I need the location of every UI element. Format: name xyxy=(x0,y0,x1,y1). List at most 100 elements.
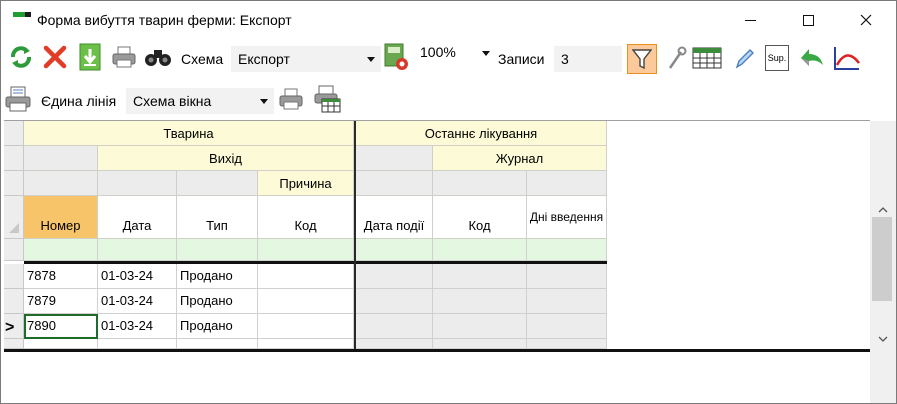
cell-journal-code[interactable] xyxy=(433,314,527,339)
header-empty xyxy=(24,171,98,196)
cell-type[interactable]: Продано xyxy=(177,314,258,339)
find-button[interactable] xyxy=(144,43,172,71)
import-button[interactable] xyxy=(76,43,104,71)
records-grid: Тварина Останнє лікування Вихід Журнал П… xyxy=(4,121,870,352)
print-table-button[interactable] xyxy=(314,85,342,113)
sup-button[interactable]: Sup. xyxy=(763,44,791,72)
sup-icon: Sup. xyxy=(765,45,789,71)
row-header[interactable] xyxy=(4,264,24,289)
single-line-print-button[interactable] xyxy=(5,85,33,113)
refresh-icon xyxy=(11,46,31,68)
new-row-cell[interactable] xyxy=(258,339,354,349)
cell-date[interactable]: 01-03-24 xyxy=(98,264,177,289)
columns-button[interactable] xyxy=(691,44,723,72)
filter-cell-code[interactable] xyxy=(258,239,354,261)
records-label: Записи xyxy=(498,51,545,67)
recycle-button[interactable] xyxy=(798,44,826,72)
new-row-cell[interactable] xyxy=(177,339,258,349)
cell-journal-code[interactable] xyxy=(433,289,527,314)
filter-icon xyxy=(632,49,652,70)
window-scheme-select[interactable]: Схема вікна xyxy=(126,88,274,114)
current-row-marker: > xyxy=(5,319,15,336)
scheme-select[interactable]: Експорт xyxy=(231,46,381,72)
grid-bottom-border xyxy=(4,349,870,352)
secondary-toolbar: Єдина лінія Схема вікна xyxy=(1,81,896,119)
cell-number[interactable]: 7878 xyxy=(24,264,98,289)
title-bar: Форма вибуття тварин ферми: Експорт xyxy=(1,1,896,39)
cell-event-date[interactable] xyxy=(356,264,433,289)
section-divider xyxy=(354,121,356,351)
filter-cell-date[interactable] xyxy=(98,239,177,261)
filter-cell-type[interactable] xyxy=(177,239,258,261)
new-row-cell[interactable] xyxy=(356,339,433,349)
scroll-thumb[interactable] xyxy=(872,217,892,301)
new-row-cell[interactable] xyxy=(527,339,607,349)
column-header-admin-days[interactable]: Дні введення xyxy=(527,196,607,239)
scheme-select-value: Експорт xyxy=(238,51,290,67)
cell-admin-days[interactable] xyxy=(527,264,607,289)
window-title: Форма вибуття тварин ферми: Експорт xyxy=(37,12,292,28)
row-header[interactable] xyxy=(4,289,24,314)
cell-code[interactable] xyxy=(258,314,354,339)
maximize-button[interactable] xyxy=(785,1,831,39)
close-button[interactable] xyxy=(843,1,889,39)
binoculars-icon xyxy=(145,50,171,66)
chart-button[interactable] xyxy=(833,44,861,72)
header-empty xyxy=(98,171,177,196)
refresh-button[interactable] xyxy=(7,43,35,71)
zoom-value[interactable]: 100% xyxy=(420,44,456,60)
filter-button[interactable] xyxy=(627,44,657,74)
column-header-date[interactable]: Дата xyxy=(98,196,177,239)
new-row-cell[interactable] xyxy=(433,339,527,349)
print-grid-icon xyxy=(314,85,341,113)
vertical-scrollbar[interactable] xyxy=(870,121,896,403)
minimize-button[interactable] xyxy=(727,1,773,39)
cell-code[interactable] xyxy=(258,289,354,314)
column-header-code[interactable]: Код xyxy=(258,196,354,239)
column-header-journal-code[interactable]: Код xyxy=(433,196,527,239)
cell-event-date[interactable] xyxy=(356,314,433,339)
scheme-save-button[interactable] xyxy=(382,43,410,71)
scroll-down-button[interactable] xyxy=(870,331,896,347)
cell-event-date[interactable] xyxy=(356,289,433,314)
filter-cell-number[interactable] xyxy=(24,239,98,261)
column-header-type[interactable]: Тип xyxy=(177,196,258,239)
cell-admin-days[interactable] xyxy=(527,289,607,314)
wrench-icon xyxy=(668,46,687,69)
cell-admin-days[interactable] xyxy=(527,314,607,339)
records-count-field: 3 xyxy=(554,46,622,72)
corner-header-4[interactable] xyxy=(4,196,24,239)
cell-date[interactable]: 01-03-24 xyxy=(98,289,177,314)
subgroup-header-journal: Журнал xyxy=(433,146,607,171)
cell-type[interactable]: Продано xyxy=(177,264,258,289)
cell-type[interactable]: Продано xyxy=(177,289,258,314)
single-line-label: Єдина лінія xyxy=(41,93,117,109)
column-header-event-date[interactable]: Дата події xyxy=(356,196,433,239)
zoom-dropdown-icon[interactable] xyxy=(482,51,490,56)
import-icon xyxy=(79,43,101,71)
app-icon xyxy=(13,12,31,17)
export-window: Форма вибуття тварин ферми: Експорт Схем… xyxy=(0,0,897,404)
scroll-up-button[interactable] xyxy=(870,201,896,217)
filter-cell-event-date[interactable] xyxy=(356,239,433,261)
filter-cell-journal-code[interactable] xyxy=(433,239,527,261)
column-header-number[interactable]: Номер xyxy=(24,196,98,239)
pen-icon xyxy=(735,49,754,69)
header-empty xyxy=(433,171,527,196)
corner-header-2 xyxy=(4,146,24,171)
filter-cell-admin-days[interactable] xyxy=(527,239,607,261)
print-grid-button[interactable] xyxy=(277,85,305,113)
edit-button[interactable] xyxy=(730,44,758,72)
cell-journal-code[interactable] xyxy=(433,264,527,289)
single-line-print-icon xyxy=(5,86,31,112)
delete-button[interactable] xyxy=(41,43,69,71)
cell-code[interactable] xyxy=(258,264,354,289)
new-row-cell[interactable] xyxy=(98,339,177,349)
new-row-cell[interactable] xyxy=(24,339,98,349)
print-button[interactable] xyxy=(110,43,138,71)
settings-button[interactable] xyxy=(663,44,691,72)
delete-icon xyxy=(43,45,67,69)
cell-number[interactable]: 7879 xyxy=(24,289,98,314)
cell-date[interactable]: 01-03-24 xyxy=(98,314,177,339)
cell-number-selected[interactable]: 7890 xyxy=(24,314,98,339)
